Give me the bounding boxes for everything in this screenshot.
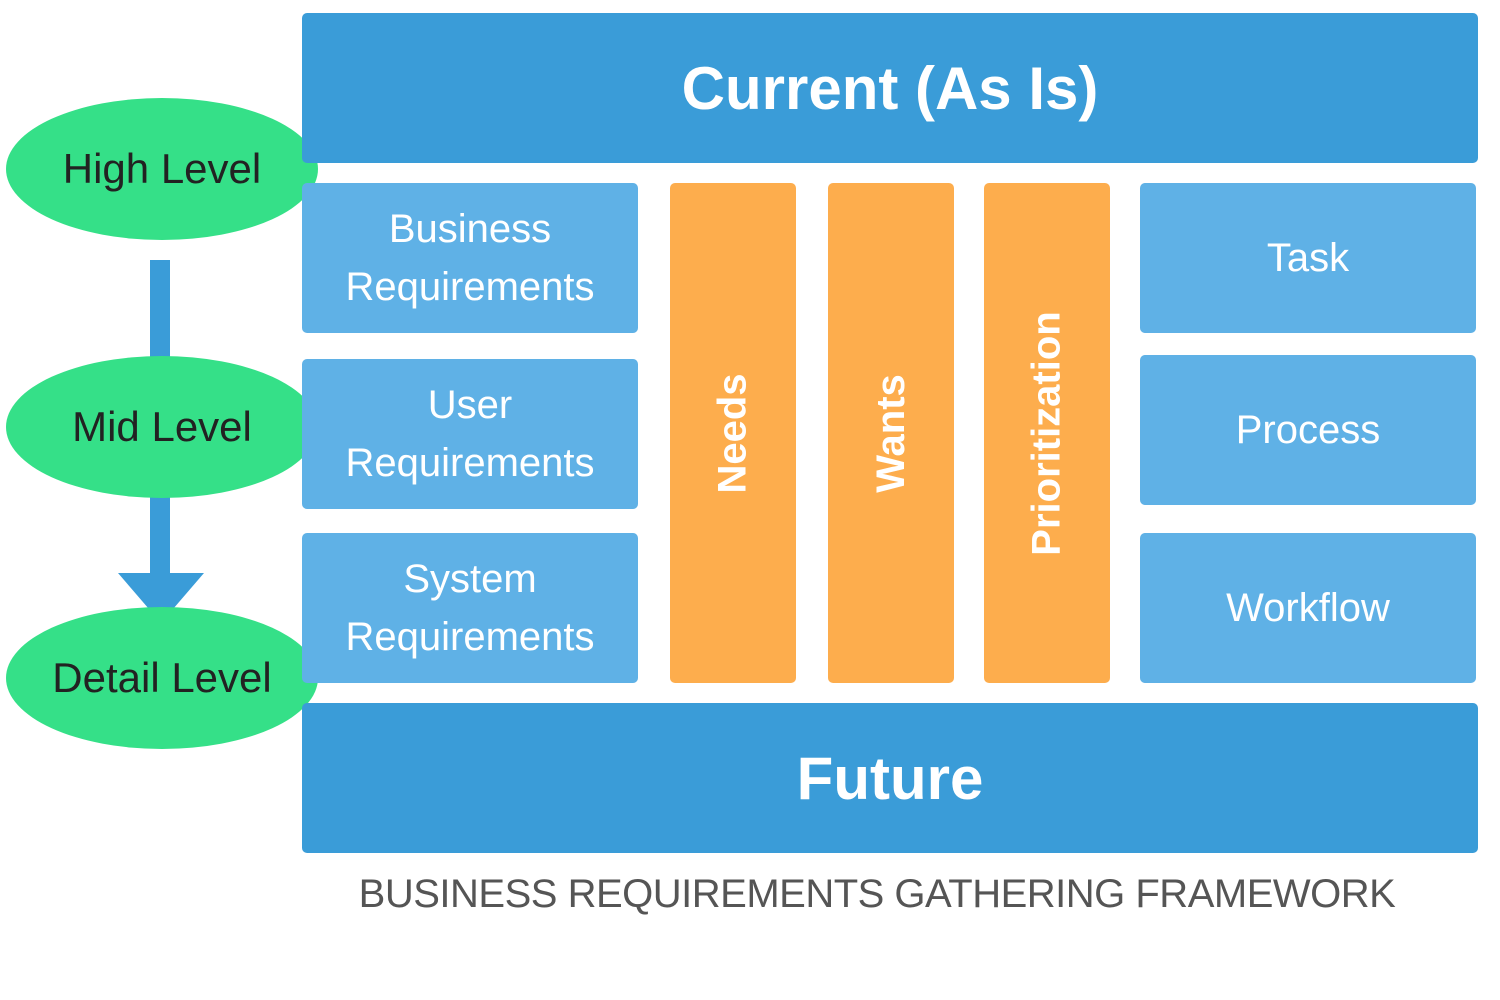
- workflow-box: Workflow: [1140, 533, 1476, 683]
- needs-label: Needs: [710, 372, 755, 494]
- wants-label: Wants: [868, 373, 913, 493]
- level-detail: Detail Level: [6, 607, 318, 749]
- level-mid: Mid Level: [6, 356, 318, 498]
- current-banner: Current (As Is): [302, 13, 1478, 163]
- future-banner-label: Future: [796, 744, 984, 812]
- user-requirements-line2: Requirements: [345, 441, 595, 485]
- current-banner-label: Current (As Is): [681, 54, 1099, 122]
- prioritization-column: Prioritization: [984, 183, 1110, 683]
- needs-column: Needs: [670, 183, 796, 683]
- system-requirements-line1: System: [403, 557, 537, 601]
- workflow-label: Workflow: [1226, 586, 1390, 630]
- diagram-caption: BUSINESS REQUIREMENTS GATHERING FRAMEWOR…: [358, 872, 1396, 916]
- task-box: Task: [1140, 183, 1476, 333]
- business-requirements-line1: Business: [388, 207, 552, 251]
- future-banner: Future: [302, 703, 1478, 853]
- process-box: Process: [1140, 355, 1476, 505]
- wants-column: Wants: [828, 183, 954, 683]
- system-requirements-box: System Requirements: [302, 533, 638, 683]
- process-label: Process: [1235, 408, 1381, 452]
- level-mid-label: Mid Level: [72, 403, 252, 450]
- level-high-label: High Level: [62, 145, 262, 192]
- level-high: High Level: [6, 98, 318, 240]
- business-requirements-box: Business Requirements: [302, 183, 638, 333]
- level-detail-label: Detail Level: [52, 654, 272, 701]
- task-label: Task: [1266, 236, 1350, 280]
- prioritization-label: Prioritization: [1024, 310, 1069, 556]
- business-requirements-line2: Requirements: [345, 265, 595, 309]
- user-requirements-box: User Requirements: [302, 359, 638, 509]
- system-requirements-line2: Requirements: [345, 615, 595, 659]
- user-requirements-line1: User: [427, 383, 513, 427]
